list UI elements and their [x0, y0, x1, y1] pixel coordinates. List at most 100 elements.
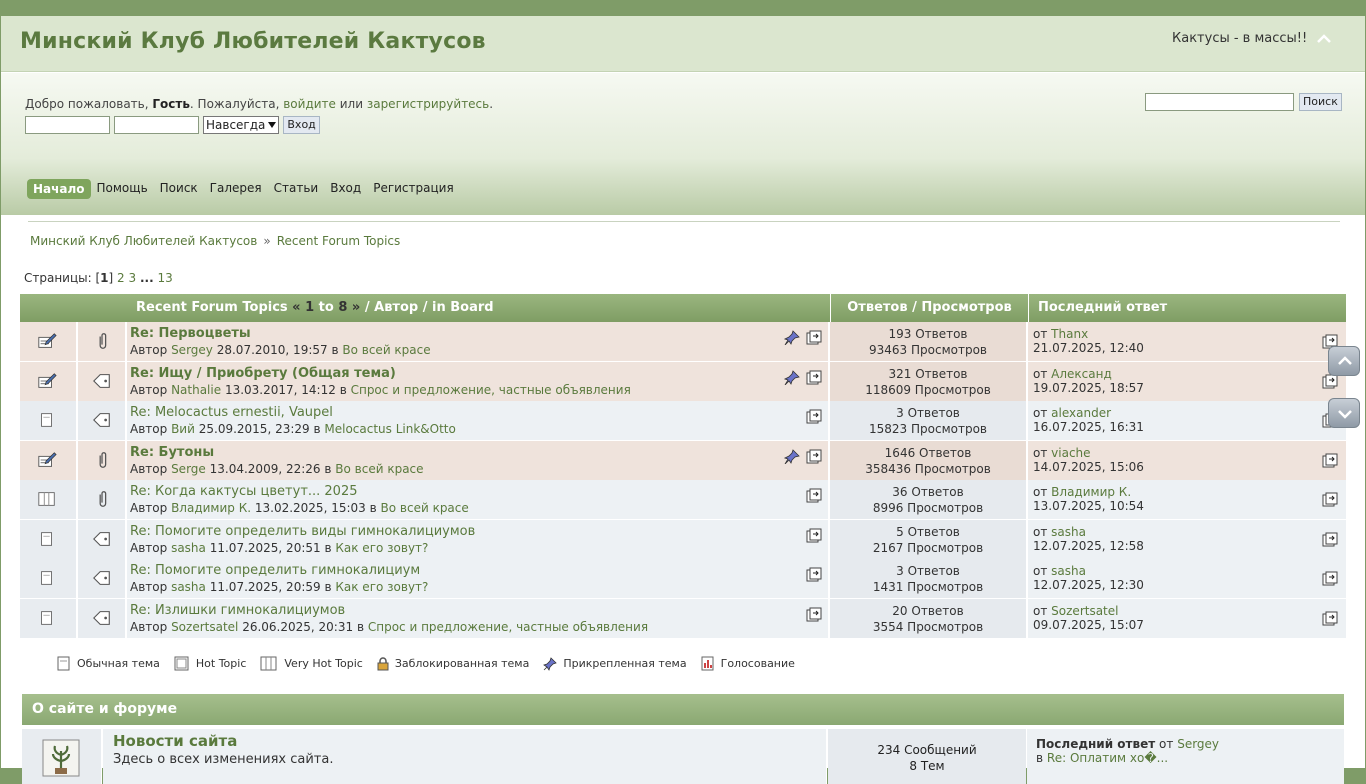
topic-author[interactable]: sasha	[171, 580, 206, 594]
topic-title[interactable]: Re: Когда кактусы цветут... 2025	[130, 484, 358, 499]
board-from-label: от	[1159, 737, 1174, 751]
topic-board[interactable]: Во всей красе	[342, 343, 430, 357]
chevron-up-icon[interactable]	[1315, 33, 1333, 47]
scroll-up-icon	[1338, 356, 1352, 365]
last-post-author[interactable]: Владимир К.	[1051, 485, 1131, 499]
pagination-page-last[interactable]: 13	[157, 271, 172, 285]
login-button[interactable]: Вход	[283, 116, 320, 134]
goto-last-post-icon[interactable]	[806, 567, 822, 582]
menu-item-register[interactable]: Регистрация	[367, 179, 459, 199]
register-link[interactable]: зарегистрируйтесь	[367, 97, 489, 111]
from-label: от	[1033, 485, 1048, 499]
board-icon[interactable]	[42, 739, 80, 777]
tag-icon	[93, 373, 110, 388]
last-post-author[interactable]: Sozertsatel	[1051, 604, 1118, 618]
topic-row: Re: Melocactus ernestii, Vaupel Автор Вий…	[20, 401, 1346, 441]
goto-last-post-icon[interactable]	[806, 528, 822, 543]
menu-item-help[interactable]: Помощь	[91, 179, 154, 199]
goto-last-post-icon[interactable]	[1322, 492, 1338, 507]
header-title[interactable]: Recent Forum Topics	[136, 300, 288, 315]
topic-title[interactable]: Re: Излишки гимнокалициумов	[130, 603, 345, 618]
pin-icon[interactable]	[784, 330, 800, 345]
scroll-up-button[interactable]	[1328, 346, 1360, 376]
topic-board[interactable]: Как его зовут?	[335, 541, 428, 555]
message-icon-cell	[78, 401, 126, 440]
scroll-down-button[interactable]	[1328, 398, 1360, 428]
last-post-date: 09.07.2025, 15:07	[1033, 617, 1144, 632]
pagination-page-2[interactable]: 2	[117, 271, 125, 285]
topic-title[interactable]: Re: Помогите определить гимнокалициум	[130, 563, 420, 578]
username-input[interactable]	[25, 116, 110, 134]
session-length-select[interactable]: Навсегда	[203, 116, 280, 134]
topic-author[interactable]: Nathalie	[171, 383, 221, 397]
goto-last-post-icon[interactable]	[1322, 611, 1338, 626]
topic-board[interactable]: Melocactus Link&Otto	[324, 422, 455, 436]
last-post-author[interactable]: alexander	[1051, 406, 1111, 420]
topic-board[interactable]: Спрос и предложение, частные объявления	[368, 620, 648, 634]
search-input[interactable]	[1145, 93, 1294, 111]
goto-last-post-icon[interactable]	[806, 607, 822, 622]
hot-topic-icon	[38, 451, 57, 467]
header-last-post: Последний ответ	[1028, 294, 1346, 322]
breadcrumb-home[interactable]: Минский Клуб Любителей Кактусов	[30, 234, 257, 248]
topic-author[interactable]: Владимир К.	[171, 501, 251, 515]
goto-last-post-icon[interactable]	[1322, 571, 1338, 586]
goto-last-post-icon[interactable]	[806, 449, 822, 464]
last-post-author[interactable]: viache	[1051, 446, 1090, 460]
topic-author[interactable]: Serge	[171, 462, 206, 476]
menu-item-home[interactable]: Начало	[27, 179, 91, 199]
pin-icon[interactable]	[784, 369, 800, 385]
header-bar: Минский Клуб Любителей Кактусов Кактусы …	[1, 16, 1365, 72]
menu-item-login[interactable]: Вход	[324, 179, 367, 199]
goto-last-post-icon[interactable]	[806, 330, 822, 345]
topic-actions	[784, 330, 822, 345]
topic-author[interactable]: Sergey	[171, 343, 213, 357]
pin-icon[interactable]	[784, 448, 800, 464]
topic-title[interactable]: Re: Ищу / Приобрету (Общая тема)	[130, 366, 396, 381]
topic-author[interactable]: Вий	[171, 422, 195, 436]
login-link[interactable]: войдите	[283, 97, 336, 111]
in-label: в	[339, 382, 347, 397]
board-row: Новости сайта Здесь о всех изменениях са…	[22, 729, 1344, 784]
topic-board[interactable]: Как его зовут?	[335, 580, 428, 594]
last-post-author[interactable]: sasha	[1051, 564, 1086, 578]
topic-board[interactable]: Спрос и предложение, частные объявления	[351, 383, 631, 397]
last-post-date: 14.07.2025, 15:06	[1033, 459, 1144, 474]
legend-item: Hot Topic	[174, 656, 246, 671]
goto-last-post-icon[interactable]	[1322, 532, 1338, 547]
last-post-author[interactable]: sasha	[1051, 525, 1086, 539]
search-button[interactable]: Поиск	[1299, 93, 1342, 111]
topic-title[interactable]: Re: Melocactus ernestii, Vaupel	[130, 405, 333, 420]
topic-type-cell	[20, 440, 77, 480]
legend-item: Заблокированная тема	[377, 656, 529, 671]
topic-board[interactable]: Во всей красе	[381, 501, 469, 515]
topic-title[interactable]: Re: Бутоны	[130, 445, 214, 460]
pin-icon	[543, 656, 558, 671]
menu-item-gallery[interactable]: Галерея	[204, 179, 268, 199]
password-input[interactable]	[114, 116, 199, 134]
goto-last-post-icon[interactable]	[1322, 453, 1338, 468]
topic-title[interactable]: Re: Первоцветы	[130, 326, 251, 341]
board-name[interactable]: Новости сайта	[113, 732, 237, 750]
menu-item-articles[interactable]: Статьи	[268, 179, 325, 199]
goto-last-post-icon[interactable]	[806, 409, 822, 424]
site-title[interactable]: Минский Клуб Любителей Кактусов	[20, 29, 486, 54]
breadcrumb-current[interactable]: Recent Forum Topics	[277, 234, 401, 248]
goto-last-post-icon[interactable]	[806, 370, 822, 385]
goto-last-post-icon[interactable]	[806, 488, 822, 503]
board-last-author[interactable]: Sergey	[1177, 737, 1219, 751]
topic-title[interactable]: Re: Помогите определить виды гимнокалици…	[130, 524, 475, 539]
last-post-author[interactable]: Thanx	[1051, 327, 1088, 341]
pagination-page-3[interactable]: 3	[129, 271, 137, 285]
last-post-author[interactable]: Александ	[1051, 367, 1112, 381]
topic-board[interactable]: Во всей красе	[335, 462, 423, 476]
site-slogan: Кактусы - в массы!!	[1172, 31, 1308, 46]
board-last-topic[interactable]: Re: Оплатим хо�...	[1047, 751, 1168, 765]
topic-author[interactable]: sasha	[171, 541, 206, 555]
tag-icon	[93, 610, 110, 625]
last-post-cell: от sasha 12.07.2025, 12:58	[1028, 519, 1346, 559]
category-header[interactable]: О сайте и форуме	[22, 694, 1344, 725]
last-post-date: 13.07.2025, 10:54	[1033, 499, 1144, 513]
topic-author[interactable]: Sozertsatel	[171, 620, 238, 634]
menu-item-search[interactable]: Поиск	[154, 179, 204, 199]
